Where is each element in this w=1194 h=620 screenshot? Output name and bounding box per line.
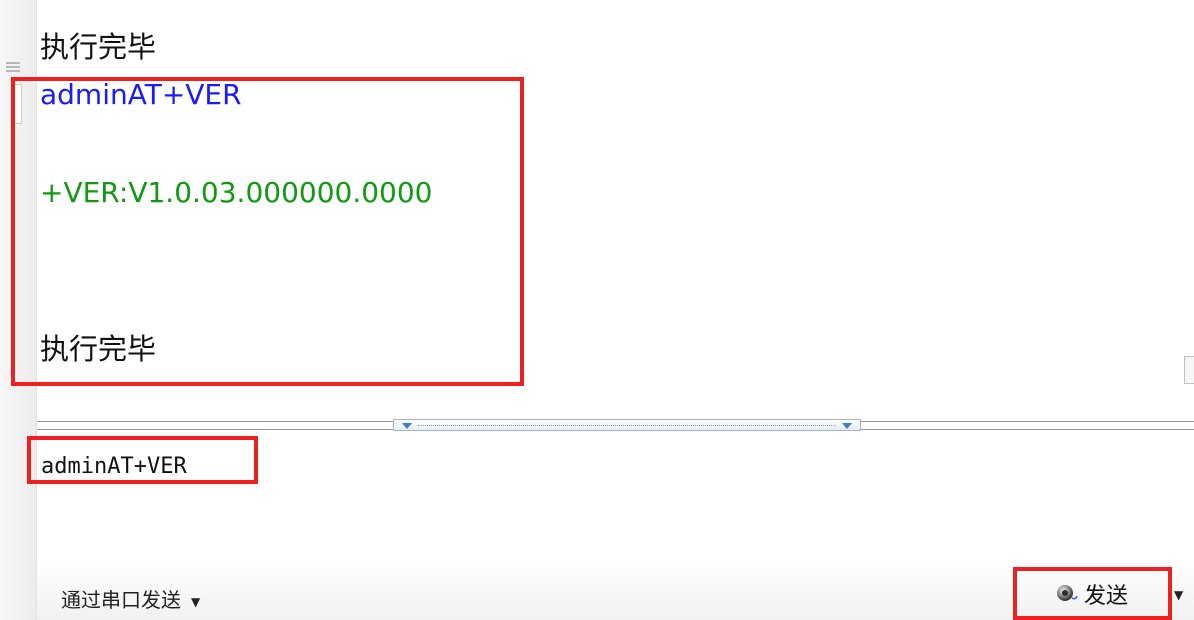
- log-line-status: 执行完毕: [40, 30, 157, 64]
- pane-splitter[interactable]: [37, 418, 1194, 434]
- gutter-grip-line: [6, 62, 20, 64]
- splitter-grip-dots: [418, 425, 836, 426]
- chevron-down-icon: ▼: [191, 594, 201, 609]
- splitter-collapse-icon[interactable]: [402, 423, 412, 429]
- send-mode-label: 通过串口发送: [61, 588, 181, 612]
- highlight-box-input: [27, 436, 258, 484]
- splitter-handle[interactable]: [393, 419, 861, 431]
- highlight-box-send: [1013, 567, 1172, 620]
- highlight-box-log: [11, 77, 524, 386]
- gutter-grip-line: [6, 70, 20, 72]
- log-scrollbar[interactable]: [1184, 356, 1194, 384]
- splitter-collapse-icon[interactable]: [842, 423, 852, 429]
- gutter-grip-line: [6, 66, 20, 68]
- send-options-chevron-icon[interactable]: ▼: [1174, 588, 1183, 602]
- send-mode-dropdown[interactable]: 通过串口发送 ▼: [61, 584, 200, 613]
